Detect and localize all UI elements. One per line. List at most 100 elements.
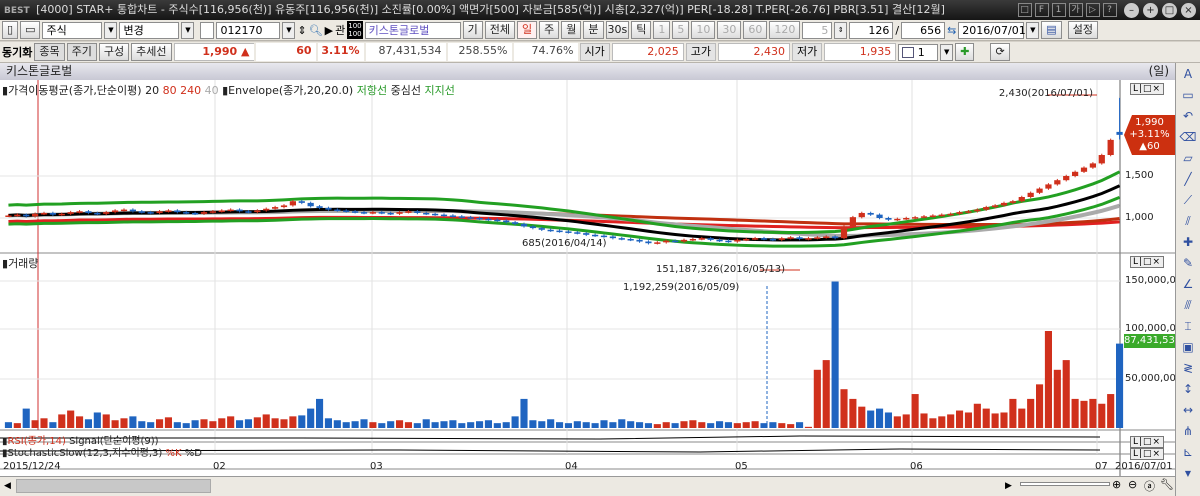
close-icon[interactable]: × xyxy=(1181,2,1196,18)
volume-bar xyxy=(147,422,155,428)
add-icon[interactable]: ✚ xyxy=(955,43,975,61)
interval-120[interactable]: 120 xyxy=(769,21,801,39)
fibonacci-fan-icon[interactable]: ⋔ xyxy=(1178,422,1198,441)
move-icon[interactable]: + xyxy=(1143,2,1158,18)
pencil-icon[interactable]: ✎ xyxy=(1178,254,1198,273)
save-icon[interactable]: ▤ xyxy=(1041,21,1062,39)
period-tab-day[interactable]: 일 xyxy=(517,21,538,39)
chevron-down-icon[interactable]: ▼ xyxy=(940,43,954,61)
candle xyxy=(609,236,616,239)
parallel-tool-icon[interactable]: ⫽ xyxy=(1178,212,1198,231)
chart-scrollbar[interactable]: ◀ ▶ ⊕ ⊖ ⓐ 🔧︎ xyxy=(0,476,1175,496)
period-tab-30s[interactable]: 30s xyxy=(605,21,630,39)
volume-bar xyxy=(378,423,386,428)
window-tool-button[interactable]: ? xyxy=(1102,3,1117,17)
play-icon[interactable]: ▶ xyxy=(325,24,333,37)
volume-bar xyxy=(307,408,315,428)
zoom-in-icon[interactable]: ⊕ xyxy=(1112,478,1121,491)
stepper-icon[interactable]: ⇕ xyxy=(834,21,848,39)
window-tool-button[interactable]: □ xyxy=(1017,3,1032,17)
window-tool-button[interactable]: F xyxy=(1034,3,1049,17)
minimize-icon[interactable]: – xyxy=(1124,2,1139,18)
stock-code-input[interactable]: 012170 xyxy=(216,21,281,39)
volume-axis-50m: 50,000,000 xyxy=(1125,373,1175,384)
candle xyxy=(716,239,723,242)
pane-controls-rsi[interactable]: L|□× xyxy=(1130,436,1165,448)
trendline-button[interactable]: 추세선 xyxy=(131,43,172,61)
scroll-down-icon[interactable]: ▼ xyxy=(1178,464,1198,483)
interval-60[interactable]: 60 xyxy=(743,21,768,39)
maximize-icon[interactable]: □ xyxy=(1162,2,1177,18)
hline-tool-icon[interactable]: ⌶ xyxy=(1178,317,1198,336)
interval-1[interactable]: 1 xyxy=(653,21,671,39)
pane-controls-stoch[interactable]: L|□× xyxy=(1130,448,1165,460)
angle-tool-icon[interactable]: ∠ xyxy=(1178,275,1198,294)
window-tool-button[interactable]: 가 xyxy=(1068,3,1083,17)
zoom-auto-icon[interactable]: ⓐ xyxy=(1144,478,1155,494)
pane-controls-volume[interactable]: L|□× xyxy=(1130,256,1165,268)
stock-name-field[interactable]: 키스톤글로벌 xyxy=(364,21,461,39)
search-icon[interactable]: 🔍︎ xyxy=(309,24,323,37)
layout-select[interactable]: 1 xyxy=(898,43,939,61)
window-icon[interactable]: ▭ xyxy=(1178,86,1198,105)
change-select[interactable]: 변경 xyxy=(119,21,180,39)
interval-5[interactable]: 5 xyxy=(672,21,690,39)
chevron-down-icon[interactable]: ▼ xyxy=(282,21,296,39)
compose-button[interactable]: 구성 xyxy=(98,43,130,61)
text-tool-icon[interactable]: A xyxy=(1178,65,1198,84)
candle xyxy=(814,237,821,239)
chevron-down-icon[interactable]: ▼ xyxy=(181,21,195,39)
chevron-down-icon[interactable]: ▼ xyxy=(1026,21,1040,39)
scroll-right-icon[interactable]: ▶ xyxy=(1005,481,1012,491)
chart-area[interactable]: ▮가격이동평균(종가,단순이평) 20 80 240 40 ▮Envelope(… xyxy=(0,80,1175,476)
box-tool-icon[interactable]: ▣ xyxy=(1178,338,1198,357)
volume-bar xyxy=(991,413,999,428)
pane-controls-price[interactable]: L|□× xyxy=(1130,83,1165,95)
eraser-icon[interactable]: ▱ xyxy=(1178,149,1198,168)
wrench-icon[interactable]: 🔧︎ xyxy=(1160,478,1174,491)
vmeasure-tool-icon[interactable]: ↕ xyxy=(1178,380,1198,399)
candle xyxy=(556,230,563,233)
period-tab-minute[interactable]: 분 xyxy=(583,21,604,39)
gi-button[interactable]: 기 xyxy=(462,21,483,39)
bar-count-input[interactable]: 126 xyxy=(849,21,894,39)
related-button[interactable]: 관 xyxy=(335,22,345,38)
interval-10[interactable]: 10 xyxy=(691,21,716,39)
scroll-left-icon[interactable]: ◀ xyxy=(4,481,11,491)
chart-canvas[interactable] xyxy=(0,80,1175,476)
market-select[interactable]: 주식 xyxy=(42,21,103,39)
trend-tool-icon[interactable]: ⫻ xyxy=(1178,296,1198,315)
settings-button[interactable]: 설정 xyxy=(1067,21,1098,39)
hundred-icon[interactable]: 100 100 xyxy=(347,21,363,39)
all-button[interactable]: 전체 xyxy=(484,21,515,39)
spin-icon[interactable]: ⇕ xyxy=(297,24,306,37)
date-input[interactable]: 2016/07/01 xyxy=(958,21,1026,39)
fibonacci-arc-icon[interactable]: ⊾ xyxy=(1178,443,1198,462)
ray-tool-icon[interactable]: ⟋ xyxy=(1178,191,1198,210)
window-tool-button[interactable]: ▷ xyxy=(1085,3,1100,17)
cross-tool-icon[interactable]: ✚ xyxy=(1178,233,1198,252)
refresh-icon[interactable]: ⟳ xyxy=(990,43,1010,61)
panel-toggle-icon[interactable]: ▯ xyxy=(2,21,19,39)
zigzag-tool-icon[interactable]: ≷ xyxy=(1178,359,1198,378)
scroll-thumb[interactable] xyxy=(16,479,211,493)
step-input[interactable]: 5 xyxy=(802,21,833,39)
interval-30[interactable]: 30 xyxy=(717,21,742,39)
stock-button[interactable]: 종목 xyxy=(34,43,65,61)
undo-icon[interactable]: ↶ xyxy=(1178,107,1198,126)
window-tool-button[interactable]: 1 xyxy=(1051,3,1066,17)
period-tab-tick[interactable]: 틱 xyxy=(631,21,652,39)
period-button[interactable]: 주기 xyxy=(66,43,97,61)
sync-arrows-icon[interactable]: ⇆ xyxy=(947,24,956,37)
zoom-slider[interactable] xyxy=(1020,482,1110,486)
line-tool-icon[interactable]: ╱ xyxy=(1178,170,1198,189)
chevron-down-icon[interactable]: ▼ xyxy=(104,21,118,39)
hmeasure-tool-icon[interactable]: ↔ xyxy=(1178,401,1198,420)
period-tab-week[interactable]: 주 xyxy=(539,21,560,39)
period-tab-month[interactable]: 월 xyxy=(561,21,582,39)
date-axis-start: 2015/12/24 xyxy=(3,461,61,472)
volume-bar xyxy=(182,423,190,428)
erase-all-icon[interactable]: ⌫ xyxy=(1178,128,1198,147)
zoom-out-icon[interactable]: ⊖ xyxy=(1128,478,1137,491)
save-screen-icon[interactable]: ▭ xyxy=(20,21,41,39)
